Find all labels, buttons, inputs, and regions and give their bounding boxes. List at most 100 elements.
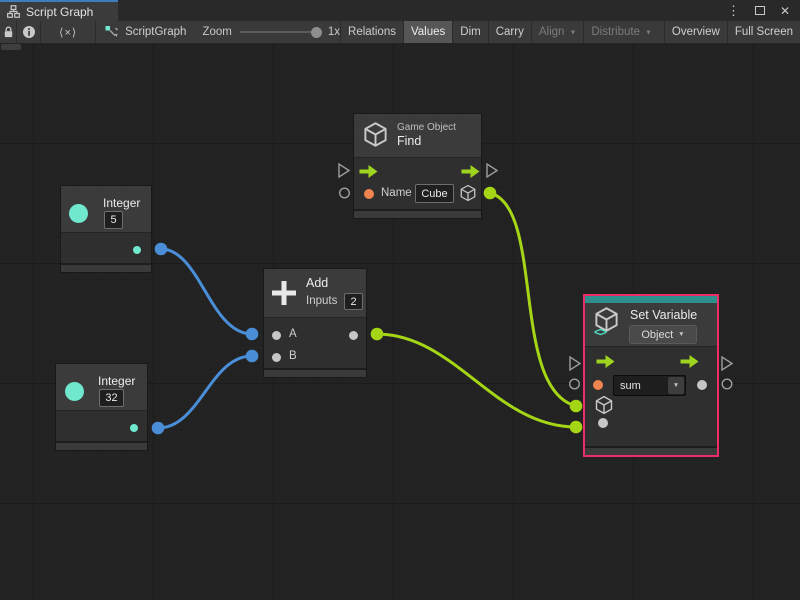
name-value-field[interactable]	[415, 184, 454, 203]
node-type-label: Game Object	[397, 122, 456, 133]
node-integer-32[interactable]: Integer	[55, 363, 148, 451]
tab-title: Script Graph	[26, 5, 93, 19]
inputs-count-field[interactable]	[344, 293, 363, 310]
integer-icon	[69, 204, 88, 223]
wire-integer32-to-add-b[interactable]	[158, 356, 252, 428]
values-button[interactable]: Values	[403, 21, 452, 43]
node-add[interactable]: Add Inputs A B	[263, 268, 367, 378]
find-flow-in-triangle[interactable]	[339, 164, 349, 177]
name-port-label: Name	[381, 187, 412, 199]
node-title: Add	[306, 276, 328, 290]
zoom-slider[interactable]	[240, 31, 320, 33]
variable-name-port[interactable]	[593, 380, 603, 390]
port-endpoint-add-a-in[interactable]	[246, 328, 259, 341]
node-title: Find	[397, 134, 421, 148]
integer-output-port[interactable]	[130, 424, 138, 432]
find-name-in-circle[interactable]	[340, 188, 350, 198]
lock-button[interactable]	[0, 21, 17, 43]
graph-inspector-button[interactable]	[17, 21, 41, 43]
sum-output-port[interactable]	[349, 331, 358, 340]
node-title: Set Variable	[630, 308, 697, 322]
fullscreen-button[interactable]: Full Screen	[727, 21, 800, 43]
node-header[interactable]: Game Object Find	[354, 114, 481, 158]
port-endpoint-add-b-in[interactable]	[246, 350, 259, 363]
node-footer	[354, 209, 481, 218]
port-endpoint-find-out[interactable]	[484, 187, 497, 200]
graph-name-label: ScriptGraph	[125, 26, 186, 38]
input-a-label: A	[289, 328, 297, 340]
node-header[interactable]: <> Set Variable Object ▼	[585, 303, 717, 347]
node-integer-5[interactable]: Integer	[60, 185, 152, 273]
value-output-port[interactable]	[697, 380, 707, 390]
input-a-port[interactable]	[272, 331, 281, 340]
port-endpoint-setvar-object-in[interactable]	[570, 400, 583, 413]
chevron-down-icon: ▼	[569, 29, 576, 36]
chevron-down-icon[interactable]: ▼	[668, 377, 684, 394]
script-graph-icon	[105, 25, 119, 39]
input-b-port[interactable]	[272, 353, 281, 362]
dim-button[interactable]: Dim	[452, 21, 487, 43]
unity-script-graph-window: Script Graph ⋮ ✕ ⟨×⟩	[0, 0, 800, 600]
wire-find-to-setvariable-object[interactable]	[490, 193, 576, 406]
chevron-down-icon: ▼	[645, 29, 652, 36]
find-flow-out-triangle[interactable]	[487, 164, 497, 177]
integer-icon	[65, 382, 84, 401]
name-input-port[interactable]	[364, 189, 374, 199]
relations-button[interactable]: Relations	[340, 21, 403, 43]
port-endpoint-setvar-value-in[interactable]	[570, 421, 583, 434]
flow-in-arrow-icon[interactable]	[596, 355, 615, 368]
title-bar: Script Graph ⋮ ✕	[0, 0, 800, 21]
zoom-control: Zoom 1x	[202, 21, 340, 43]
distribute-button[interactable]: Distribute▼	[583, 21, 659, 43]
variable-scope-dropdown[interactable]: Object ▼	[629, 325, 697, 344]
wire-add-to-setvariable-value[interactable]	[377, 334, 576, 427]
node-footer	[585, 446, 717, 455]
integer-value-field[interactable]	[104, 211, 123, 229]
node-title: Integer	[103, 196, 140, 210]
port-endpoint-add-out[interactable]	[371, 328, 384, 341]
maximize-icon[interactable]	[755, 6, 765, 15]
graph-hierarchy-icon	[7, 5, 20, 18]
lock-icon	[2, 25, 15, 39]
angle-brackets-icon: ⟨×⟩	[59, 26, 77, 39]
node-gameobject-find[interactable]: Game Object Find Name	[353, 113, 482, 219]
zoom-value: 1x	[328, 26, 340, 38]
variables-toggle-button[interactable]: ⟨×⟩	[41, 21, 96, 43]
overview-button[interactable]: Overview	[664, 21, 727, 43]
cube-icon	[362, 121, 389, 148]
variable-brackets-icon: <>	[594, 325, 606, 339]
carry-button[interactable]: Carry	[488, 21, 531, 43]
node-header[interactable]: Add Inputs	[264, 269, 366, 318]
node-header[interactable]: Integer	[56, 364, 147, 411]
flow-out-arrow-icon[interactable]	[461, 165, 480, 178]
flow-out-arrow-icon[interactable]	[680, 355, 699, 368]
port-endpoint-integer32-out[interactable]	[152, 422, 165, 435]
node-set-variable[interactable]: <> Set Variable Object ▼ sum ▼	[583, 294, 719, 457]
gameobject-out-cube-icon[interactable]	[459, 184, 477, 202]
integer-output-port[interactable]	[133, 246, 141, 254]
toolbar-menu: Relations Values Dim Carry Align▼ Distri…	[340, 21, 800, 43]
setvar-value-out-circle[interactable]	[722, 379, 732, 389]
tab-script-graph[interactable]: Script Graph	[0, 0, 118, 21]
graph-canvas[interactable]: Game Object Find Name Integer	[0, 44, 800, 600]
setvar-flow-out-triangle[interactable]	[722, 357, 732, 370]
value-input-port[interactable]	[598, 418, 608, 428]
window-menu-icon[interactable]: ⋮	[727, 4, 740, 17]
node-footer	[56, 441, 147, 450]
integer-value-field[interactable]	[99, 389, 124, 407]
close-icon[interactable]: ✕	[780, 5, 790, 17]
setvar-name-in-circle[interactable]	[570, 379, 580, 389]
info-icon	[22, 25, 36, 39]
node-header[interactable]: Integer	[61, 186, 151, 233]
graph-breadcrumb[interactable]: ScriptGraph	[96, 21, 196, 43]
align-button[interactable]: Align▼	[531, 21, 584, 43]
setvar-flow-in-triangle[interactable]	[570, 357, 580, 370]
port-endpoint-integer5-out[interactable]	[155, 243, 168, 256]
variable-name-dropdown[interactable]: sum ▼	[613, 375, 686, 396]
target-object-port-cube-icon[interactable]	[594, 395, 614, 415]
plus-icon	[272, 281, 296, 305]
graph-toolbar: ⟨×⟩ ScriptGraph Zoom 1x Relations Values…	[0, 21, 800, 44]
zoom-slider-thumb[interactable]	[311, 27, 322, 38]
wire-integer5-to-add-a[interactable]	[161, 249, 252, 334]
flow-in-arrow-icon[interactable]	[359, 165, 378, 178]
